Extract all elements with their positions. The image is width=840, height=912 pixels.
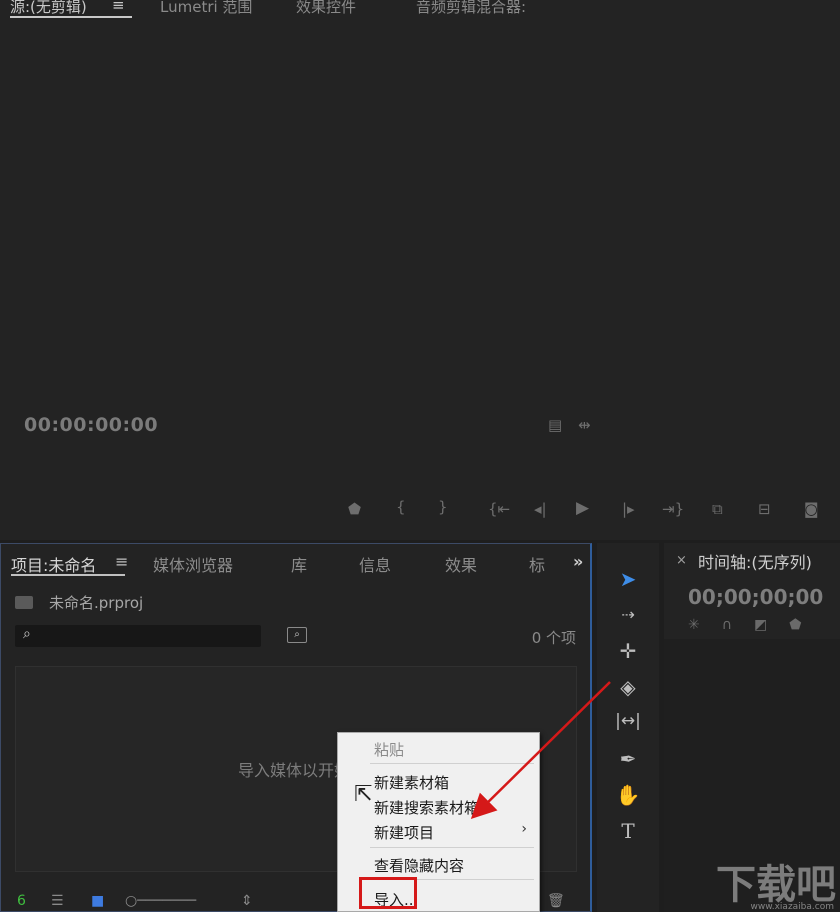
ripple-edit-icon[interactable]: ✛: [615, 639, 641, 663]
project-file-name: 未命名.prproj: [49, 594, 144, 612]
timeline-title[interactable]: 时间轴:(无序列): [698, 549, 812, 573]
step-forward-icon[interactable]: |▸: [622, 500, 635, 518]
tab-info[interactable]: 信息: [359, 552, 391, 576]
timeline-toolbar-icons[interactable]: ✳∩◩⬟: [688, 617, 823, 633]
step-back-icon[interactable]: ◂|: [534, 500, 547, 518]
annotation-arrow-icon: [470, 681, 611, 820]
active-tab-underline: [11, 574, 125, 576]
tab-audio-clip-mixer[interactable]: 音频剪辑混合器:: [416, 0, 526, 17]
panel-menu-icon[interactable]: ≡: [115, 552, 128, 571]
active-tab-underline: [10, 16, 132, 18]
menu-item-new-item[interactable]: 新建项目: [374, 822, 434, 843]
mouse-cursor-icon: ⇱: [354, 782, 373, 807]
trash-icon[interactable]: 🗑: [547, 893, 565, 909]
tab-lumetri-scopes[interactable]: Lumetri 范围: [160, 0, 252, 17]
menu-item-new-search-bin[interactable]: 新建搜索素材箱: [374, 797, 479, 818]
drag-video-icon[interactable]: ▤: [548, 416, 562, 434]
mark-in-icon[interactable]: {: [396, 498, 406, 516]
track-select-icon[interactable]: ⇢: [615, 605, 641, 624]
lock-icon[interactable]: 6: [17, 893, 26, 909]
add-marker-icon[interactable]: ⬟: [348, 500, 361, 518]
more-tabs-icon[interactable]: »: [573, 552, 583, 571]
menu-item-show-hidden[interactable]: 查看隐藏内容: [374, 855, 464, 876]
close-icon[interactable]: ×: [676, 553, 687, 568]
sort-icon[interactable]: ⇕: [241, 893, 253, 909]
insert-icon[interactable]: ⧉: [712, 500, 723, 518]
tab-project[interactable]: 项目:未命名: [11, 552, 96, 576]
tab-menu-icon[interactable]: ≡: [112, 0, 125, 14]
search-input[interactable]: ⌕: [15, 625, 261, 647]
tab-source[interactable]: 源:(无剪辑): [10, 0, 87, 17]
go-to-out-icon[interactable]: ⇥}: [662, 500, 684, 518]
type-icon[interactable]: T: [615, 819, 641, 843]
icon-view-icon[interactable]: ■: [91, 893, 104, 909]
import-highlight-box: [359, 877, 417, 909]
go-to-in-icon[interactable]: {⇤: [488, 500, 510, 518]
tab-effect-controls[interactable]: 效果控件: [296, 0, 356, 17]
project-folder-icon: [15, 596, 33, 609]
tab-libraries[interactable]: 库: [291, 552, 307, 576]
tab-effects[interactable]: 效果: [445, 552, 477, 576]
item-count: 0 个项: [531, 629, 576, 647]
menu-item-paste[interactable]: 粘贴: [374, 739, 404, 760]
selection-tool-icon[interactable]: ➤: [615, 567, 641, 591]
list-view-icon[interactable]: ☰: [51, 893, 64, 909]
submenu-arrow-icon: ›: [521, 821, 527, 837]
export-frame-icon[interactable]: ◙: [804, 500, 819, 518]
menu-item-new-bin[interactable]: 新建素材箱: [374, 772, 449, 793]
source-timecode[interactable]: 00:00:00:00: [24, 414, 158, 436]
watermark-url: www.xiazaiba.com: [750, 902, 834, 912]
zoom-slider[interactable]: ○───────: [125, 893, 196, 909]
mark-out-icon[interactable]: }: [438, 498, 448, 516]
tab-media-browser[interactable]: 媒体浏览器: [153, 552, 233, 576]
overwrite-icon[interactable]: ⊟: [758, 500, 771, 518]
import-hint-text: 导入媒体以开始: [238, 761, 351, 780]
source-monitor-panel: 源:(无剪辑) ≡ Lumetri 范围 效果控件 音频剪辑混合器: 00:00…: [0, 0, 840, 540]
play-icon[interactable]: ▶: [576, 498, 589, 518]
search-icon: ⌕: [23, 626, 31, 642]
timeline-timecode[interactable]: 00;00;00;00: [688, 585, 823, 609]
new-search-bin-icon[interactable]: ⌕: [287, 627, 307, 643]
tab-markers[interactable]: 标: [529, 552, 545, 576]
drag-audio-icon[interactable]: ⇹: [578, 416, 591, 434]
menu-separator: [370, 847, 534, 848]
